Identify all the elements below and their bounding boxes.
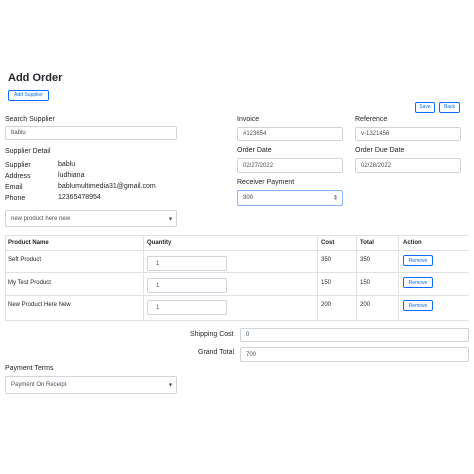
- address-key: Address: [5, 173, 31, 180]
- table-header-cost: Cost: [321, 240, 335, 246]
- table-row-product-name: Seft Product: [8, 257, 42, 263]
- table-header-total: Total: [360, 240, 374, 246]
- shipping-cost-label: Shipping Cost: [190, 331, 234, 338]
- order-date-label: Order Date: [237, 147, 272, 154]
- table-header-action: Action: [403, 240, 422, 246]
- table-row-product-name: My Test Product: [8, 280, 51, 286]
- table-header-quantity: Quantity: [147, 240, 172, 246]
- supplier-value: bablu: [58, 161, 76, 168]
- remove-button[interactable]: Remove: [403, 255, 433, 266]
- chevron-down-icon: ▾: [168, 216, 172, 222]
- payment-terms-value: Payment On Receipt: [11, 382, 67, 388]
- product-select-value: new product here new: [11, 215, 71, 222]
- table-row-total: 200: [360, 302, 371, 308]
- table-col-border: [356, 235, 357, 320]
- phone-value: 12365478954: [58, 194, 101, 201]
- table-row-cost: 350: [321, 257, 332, 263]
- receiver-payment-input[interactable]: 300 ⇕: [237, 190, 343, 206]
- address-value: ludhiana: [58, 172, 85, 179]
- table-col-border: [5, 235, 6, 320]
- receiver-payment-value: 300: [243, 195, 254, 201]
- table-row-border: [5, 295, 469, 296]
- table-row-cost: 200: [321, 302, 332, 308]
- table-col-border: [398, 235, 399, 320]
- search-supplier-label: Search Supplier: [5, 116, 55, 123]
- table-row-total: 150: [360, 280, 371, 286]
- spinner-icon[interactable]: ⇕: [333, 195, 338, 202]
- supplier-detail-heading: Supplier Detail: [5, 148, 51, 155]
- search-supplier-input[interactable]: bablu: [5, 126, 177, 140]
- invoice-input[interactable]: #123654: [237, 127, 343, 141]
- table-bottom-border: [5, 320, 469, 321]
- invoice-label: Invoice: [237, 116, 260, 123]
- order-due-date-input[interactable]: 02/28/2022: [355, 158, 461, 173]
- phone-key: Phone: [5, 195, 26, 202]
- product-select[interactable]: new product here new ▾: [5, 210, 177, 227]
- table-row-total: 350: [360, 257, 371, 263]
- back-button[interactable]: Back: [439, 102, 460, 113]
- supplier-key: Supplier: [5, 162, 31, 169]
- grand-total-label: Grand Total: [198, 349, 235, 356]
- chevron-down-icon: ▾: [168, 382, 172, 389]
- order-date-input[interactable]: 02/27/2022: [237, 158, 343, 173]
- payment-terms-label: Payment Terms: [5, 365, 54, 372]
- grand-total-input[interactable]: 700: [240, 347, 469, 362]
- table-header-product: Product Name: [8, 240, 49, 246]
- receiver-payment-label: Receiver Payment: [237, 179, 295, 186]
- table-col-border: [143, 235, 144, 320]
- table-row-border: [5, 272, 469, 273]
- reference-label: Reference: [355, 116, 388, 123]
- page-title: Add Order: [8, 72, 63, 84]
- quantity-input[interactable]: 1: [147, 300, 227, 315]
- table-row-cost: 150: [321, 280, 332, 286]
- shipping-cost-input[interactable]: 0: [240, 328, 469, 342]
- remove-button[interactable]: Remove: [403, 300, 433, 311]
- payment-terms-select[interactable]: Payment On Receipt ▾: [5, 376, 177, 394]
- reference-input[interactable]: v-1321456: [355, 127, 461, 141]
- table-top-border: [5, 235, 469, 236]
- quantity-input[interactable]: 1: [147, 278, 227, 293]
- add-supplier-button[interactable]: Add Supplier: [8, 90, 49, 101]
- table-header-border: [5, 250, 469, 251]
- email-key: Email: [5, 184, 23, 191]
- table-col-border: [317, 235, 318, 320]
- remove-button[interactable]: Remove: [403, 277, 433, 288]
- save-button[interactable]: Save: [415, 102, 435, 113]
- quantity-input[interactable]: 1: [147, 256, 227, 271]
- table-row-product-name: New Product Here New: [8, 302, 71, 308]
- email-value: bablumultimedia31@gmail.com: [58, 183, 156, 190]
- order-due-date-label: Order Due Date: [355, 147, 405, 154]
